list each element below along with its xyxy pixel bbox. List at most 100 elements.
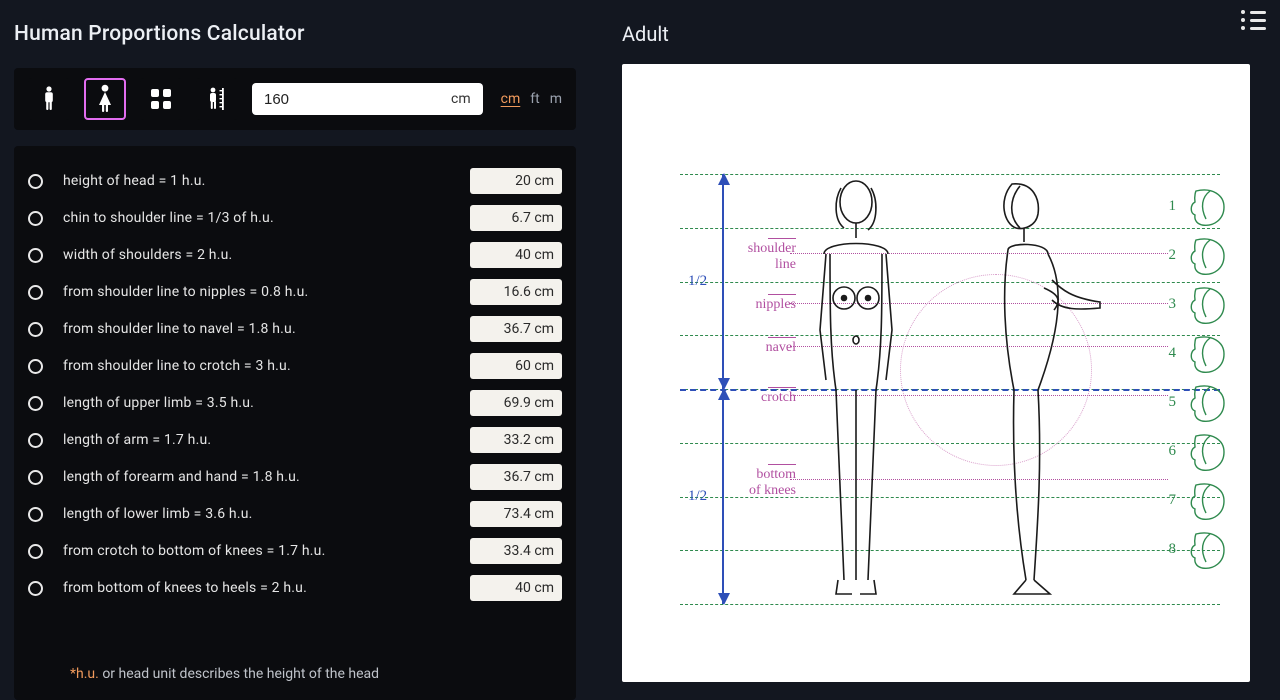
- head-profile-icon: [1184, 185, 1228, 229]
- head-index-row: 3: [1164, 280, 1228, 329]
- measurement-row: length of upper limb = 3.5 h.u. 69.9 cm: [28, 390, 562, 416]
- row-label: length of upper limb = 3.5 h.u.: [63, 395, 450, 411]
- menu-button[interactable]: [1241, 10, 1266, 30]
- measurement-row: width of shoulders = 2 h.u. 40 cm: [28, 242, 562, 268]
- row-value: 20 cm: [470, 168, 562, 194]
- row-value: 33.2 cm: [470, 427, 562, 453]
- head-profile-icon: [1184, 332, 1228, 376]
- row-value: 16.6 cm: [470, 279, 562, 305]
- measurement-row: length of forearm and hand = 1.8 h.u. 36…: [28, 464, 562, 490]
- row-radio[interactable]: [28, 544, 43, 559]
- row-radio[interactable]: [28, 285, 43, 300]
- head-profile-icon: [1184, 528, 1228, 572]
- row-radio[interactable]: [28, 507, 43, 522]
- half-label-bottom: 1/2: [688, 488, 707, 505]
- row-label: length of forearm and hand = 1.8 h.u.: [63, 469, 450, 485]
- measurement-row: height of head = 1 h.u. 20 cm: [28, 168, 562, 194]
- head-number: 6: [1164, 443, 1176, 460]
- row-label: width of shoulders = 2 h.u.: [63, 247, 450, 263]
- head-profile-icon: [1184, 430, 1228, 474]
- row-radio[interactable]: [28, 322, 43, 337]
- unit-m[interactable]: m: [550, 91, 562, 107]
- head-index-row: 2: [1164, 231, 1228, 280]
- measurement-row: from crotch to bottom of knees = 1.7 h.u…: [28, 538, 562, 564]
- height-mode-button[interactable]: [196, 78, 238, 120]
- row-value: 36.7 cm: [470, 316, 562, 342]
- row-value: 60 cm: [470, 353, 562, 379]
- figure-canvas: 1/2 1/2 shoulder line nipples navel crot…: [622, 64, 1250, 682]
- row-radio[interactable]: [28, 396, 43, 411]
- head-profile-icon: [1184, 234, 1228, 278]
- row-value: 40 cm: [470, 575, 562, 601]
- footnote-star: *h.u.: [70, 666, 99, 682]
- toolbar: cm cm ft m: [14, 68, 576, 130]
- row-radio[interactable]: [28, 211, 43, 226]
- row-radio[interactable]: [28, 470, 43, 485]
- head-index-row: 1: [1164, 182, 1228, 231]
- footnote: *h.u. or head unit describes the height …: [28, 666, 562, 682]
- head-index-row: 8: [1164, 525, 1228, 574]
- head-profile-icon: [1184, 381, 1228, 425]
- male-icon: [42, 86, 56, 112]
- head-index-row: 5: [1164, 378, 1228, 427]
- head-number: 7: [1164, 492, 1176, 509]
- female-button[interactable]: [84, 78, 126, 120]
- row-label: from crotch to bottom of knees = 1.7 h.u…: [63, 543, 450, 559]
- row-label: length of lower limb = 3.6 h.u.: [63, 506, 450, 522]
- height-input[interactable]: [264, 91, 451, 108]
- male-button[interactable]: [28, 78, 70, 120]
- footnote-rest: or head unit describes the height of the…: [99, 666, 379, 682]
- row-label: from shoulder line to navel = 1.8 h.u.: [63, 321, 450, 337]
- row-value: 73.4 cm: [470, 501, 562, 527]
- row-value: 36.7 cm: [470, 464, 562, 490]
- height-input-wrap[interactable]: cm: [252, 83, 483, 115]
- head-number: 3: [1164, 296, 1176, 313]
- head-profile-icon: [1184, 479, 1228, 523]
- row-radio[interactable]: [28, 359, 43, 374]
- measurement-row: from bottom of knees to heels = 2 h.u. 4…: [28, 575, 562, 601]
- person-ruler-icon: [204, 86, 230, 112]
- row-value: 6.7 cm: [470, 205, 562, 231]
- list-icon: [1241, 10, 1266, 30]
- page-title: Human Proportions Calculator: [14, 22, 586, 46]
- row-radio[interactable]: [28, 433, 43, 448]
- row-radio[interactable]: [28, 174, 43, 189]
- head-index-row: 6: [1164, 427, 1228, 476]
- side-figure: [954, 180, 1104, 600]
- row-label: from shoulder line to nipples = 0.8 h.u.: [63, 284, 450, 300]
- row-value: 33.4 cm: [470, 538, 562, 564]
- row-radio[interactable]: [28, 248, 43, 263]
- measurement-row: length of arm = 1.7 h.u. 33.2 cm: [28, 427, 562, 453]
- row-label: from bottom of knees to heels = 2 h.u.: [63, 580, 450, 596]
- head-number: 5: [1164, 394, 1176, 411]
- head-number: 1: [1164, 198, 1176, 215]
- height-suffix: cm: [451, 91, 471, 107]
- grid-button[interactable]: [140, 78, 182, 120]
- row-value: 40 cm: [470, 242, 562, 268]
- half-label-top: 1/2: [688, 273, 707, 290]
- figure-title: Adult: [622, 22, 1264, 46]
- head-number: 8: [1164, 541, 1176, 558]
- unit-switcher: cm ft m: [497, 91, 562, 107]
- measurement-row: length of lower limb = 3.6 h.u. 73.4 cm: [28, 501, 562, 527]
- measurement-row: from shoulder line to nipples = 0.8 h.u.…: [28, 279, 562, 305]
- unit-ft[interactable]: ft: [530, 91, 539, 107]
- measurements-panel: height of head = 1 h.u. 20 cm chin to sh…: [14, 146, 576, 700]
- head-index-row: 7: [1164, 476, 1228, 525]
- row-label: from shoulder line to crotch = 3 h.u.: [63, 358, 450, 374]
- row-label: height of head = 1 h.u.: [63, 173, 450, 189]
- measurement-row: from shoulder line to navel = 1.8 h.u. 3…: [28, 316, 562, 342]
- head-profile-icon: [1184, 283, 1228, 327]
- measurement-row: from shoulder line to crotch = 3 h.u. 60…: [28, 353, 562, 379]
- unit-cm[interactable]: cm: [501, 91, 521, 107]
- row-radio[interactable]: [28, 581, 43, 596]
- grid-icon: [150, 88, 172, 110]
- row-label: chin to shoulder line = 1/3 of h.u.: [63, 210, 450, 226]
- row-value: 69.9 cm: [470, 390, 562, 416]
- head-number: 2: [1164, 247, 1176, 264]
- measurement-row: chin to shoulder line = 1/3 of h.u. 6.7 …: [28, 205, 562, 231]
- head-index-row: 4: [1164, 329, 1228, 378]
- front-figure: [786, 180, 926, 600]
- head-number: 4: [1164, 345, 1176, 362]
- row-label: length of arm = 1.7 h.u.: [63, 432, 450, 448]
